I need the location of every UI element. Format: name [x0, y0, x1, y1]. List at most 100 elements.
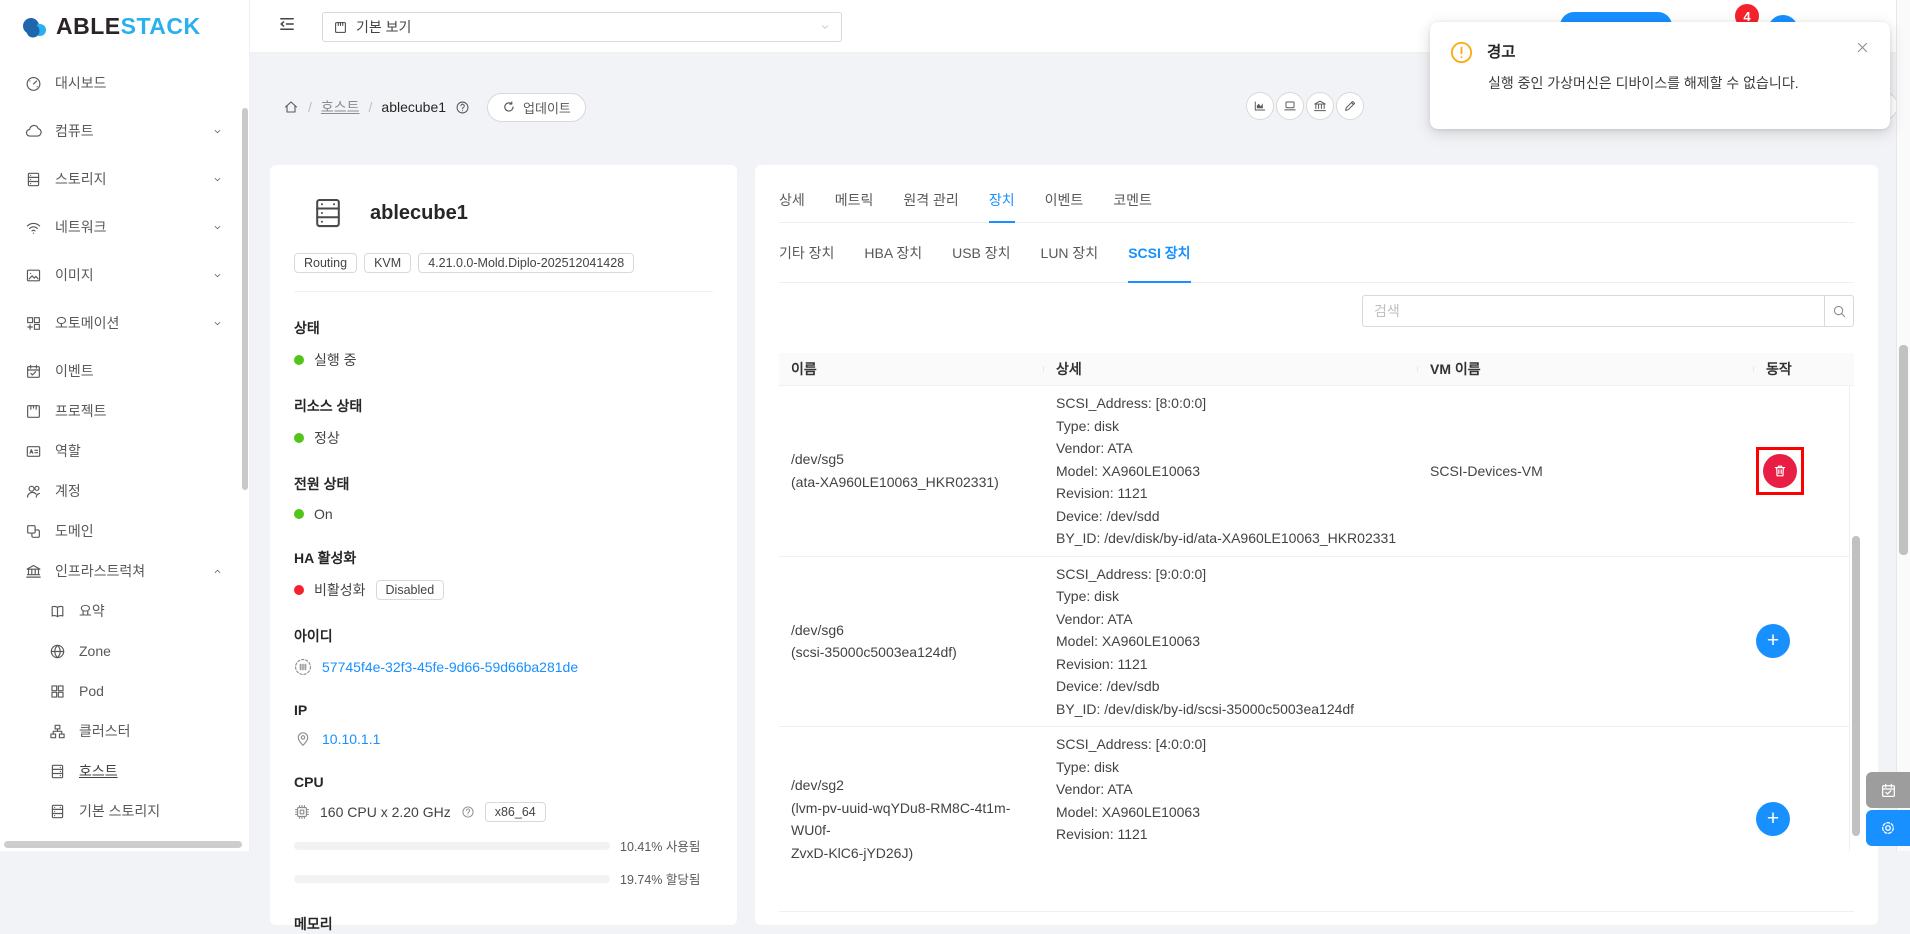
page-action-bank-button[interactable] [1306, 92, 1334, 120]
sidebar-item-label: 호스트 [79, 761, 118, 781]
device-detail-line: Revision: 1121 [1056, 482, 1418, 505]
page-action-area-chart-button[interactable] [1246, 92, 1274, 120]
sidebar-item-대시보드[interactable]: 대시보드 [0, 63, 249, 103]
search-input[interactable] [1362, 295, 1824, 327]
sidebar-horizontal-scrollbar[interactable] [4, 841, 242, 848]
section-value-text[interactable]: 10.10.1.1 [322, 731, 380, 747]
page-scrollbar[interactable] [1896, 0, 1910, 851]
host-summary-card: ablecube1 RoutingKVM4.21.0.0-Mold.Diplo-… [270, 165, 737, 925]
view-select[interactable]: 기본 보기 [322, 12, 842, 42]
sidebar-item-컴퓨트[interactable]: 컴퓨트 [0, 111, 249, 151]
sidebar-item-label: 프로젝트 [55, 401, 107, 421]
settings-float-button[interactable] [1866, 810, 1910, 846]
page-scrollbar-thumb[interactable] [1899, 345, 1908, 555]
section-label: HA 활성화 [294, 548, 713, 568]
table-scrollbar[interactable] [1849, 386, 1861, 851]
page-action-laptop-button[interactable] [1276, 92, 1304, 120]
device-detail-line: BY_ID: /dev/disk/by-id/scsi-35000c5003ea… [1056, 698, 1418, 721]
sidebar-item-이미지[interactable]: 이미지 [0, 255, 249, 295]
tab-장치[interactable]: 장치 [989, 177, 1015, 223]
update-button-label: 업데이트 [523, 98, 571, 117]
breadcrumb: / 호스트 / ablecube1 업데이트 [283, 92, 586, 122]
device-tab-LUN 장치[interactable]: LUN 장치 [1041, 223, 1099, 283]
column-header-VM 이름: VM 이름 [1418, 359, 1754, 379]
action-highlight-ring [1756, 447, 1804, 495]
cloud-icon [25, 123, 42, 140]
table-scrollbar-thumb[interactable] [1852, 536, 1860, 836]
section-value-text[interactable]: 57745f4e-32f3-45fe-9d66-59d66ba281de [322, 659, 578, 675]
attach-device-button[interactable]: + [1756, 802, 1790, 836]
sidebar-item-도메인[interactable]: 도메인 [0, 511, 249, 551]
device-details-cell: SCSI_Address: [9:0:0:0]Type: diskVendor:… [1044, 557, 1418, 727]
domain-icon [25, 523, 42, 540]
device-name-cell: /dev/sg5(ata-XA960LE10063_HKR02331) [779, 448, 1044, 493]
sidebar-item-역할[interactable]: 역할 [0, 431, 249, 471]
host-tag: Routing [294, 253, 357, 273]
sidebar-item-label: 요약 [79, 601, 105, 621]
attach-device-button[interactable]: + [1756, 624, 1790, 658]
section-value: 10.10.1.1 [294, 730, 713, 748]
breadcrumb-hosts-link[interactable]: 호스트 [321, 97, 360, 117]
device-name-line: (ata-XA960LE10063_HKR02331) [791, 471, 1044, 494]
sidebar-vertical-scrollbar[interactable] [242, 108, 248, 490]
update-button[interactable]: 업데이트 [487, 93, 586, 122]
tab-원격 관리[interactable]: 원격 관리 [903, 177, 958, 223]
bar-label: 10.41% 사용됨 [620, 836, 700, 855]
sidebar-item-인프라스트럭쳐[interactable]: 인프라스트럭쳐 [0, 551, 249, 591]
device-tab-USB 장치[interactable]: USB 장치 [952, 223, 1010, 283]
home-icon[interactable] [283, 99, 299, 115]
chevron-up-icon [212, 566, 223, 577]
sidebar-item-호스트[interactable]: 호스트 [0, 751, 249, 791]
account-icon [25, 483, 42, 500]
sidebar-item-Pod[interactable]: Pod [0, 671, 249, 711]
memory-label: 메모리 [294, 914, 713, 934]
search-button[interactable] [1824, 295, 1854, 327]
question-circle-icon[interactable] [455, 100, 470, 115]
sidebar-item-요약[interactable]: 요약 [0, 591, 249, 631]
tab-메트릭[interactable]: 메트릭 [835, 177, 874, 223]
section-value-text: 실행 중 [314, 350, 357, 370]
sidebar-item-프로젝트[interactable]: 프로젝트 [0, 391, 249, 431]
detach-device-button[interactable] [1763, 454, 1797, 488]
image-icon [25, 267, 42, 284]
event-float-button[interactable] [1866, 772, 1910, 808]
device-name-line: /dev/sg2 [791, 774, 1044, 797]
section-value: 57745f4e-32f3-45fe-9d66-59d66ba281de [294, 658, 713, 676]
sidebar: ABLESTACK 대시보드컴퓨트스토리지네트워크이미지오토메이션이벤트프로젝트… [0, 0, 250, 851]
sidebar-item-기본 스토리지[interactable]: 기본 스토리지 [0, 791, 249, 831]
close-icon[interactable] [1855, 40, 1870, 55]
ablestack-logo[interactable]: ABLESTACK [0, 0, 249, 53]
sidebar-item-클러스터[interactable]: 클러스터 [0, 711, 249, 751]
device-tab-SCSI 장치[interactable]: SCSI 장치 [1128, 223, 1190, 283]
page-action-edit-button[interactable] [1336, 92, 1364, 120]
tab-상세[interactable]: 상세 [779, 177, 805, 223]
notification-title: 경고 [1487, 40, 1516, 62]
sidebar-item-Zone[interactable]: Zone [0, 631, 249, 671]
summary-icon [49, 603, 66, 620]
sidebar-item-네트워크[interactable]: 네트워크 [0, 207, 249, 247]
device-detail-line: SCSI_Address: [9:0:0:0] [1056, 563, 1418, 586]
laptop-icon [1283, 99, 1297, 113]
chevron-down-icon [212, 270, 223, 281]
section-value: 실행 중 [294, 350, 713, 370]
sidebar-item-계정[interactable]: 계정 [0, 471, 249, 511]
page-actions [1246, 92, 1364, 120]
device-detail-line: Device: /dev/sdd [1056, 505, 1418, 528]
tab-코멘트[interactable]: 코멘트 [1113, 177, 1152, 223]
cpu-arch-tag: x86_64 [485, 802, 546, 822]
cpu-usage-bar: 19.74% 할당됨 [294, 869, 713, 888]
question-circle-icon[interactable] [461, 805, 475, 819]
device-name-line: /dev/sg5 [791, 448, 1044, 471]
tab-이벤트[interactable]: 이벤트 [1045, 177, 1084, 223]
device-detail-line: SCSI_Address: [4:0:0:0] [1056, 733, 1418, 756]
sidebar-item-이벤트[interactable]: 이벤트 [0, 351, 249, 391]
menu-fold-icon[interactable] [278, 15, 296, 33]
bar-track [294, 842, 610, 850]
breadcrumb-current: ablecube1 [381, 99, 446, 115]
device-tab-기타 장치[interactable]: 기타 장치 [779, 223, 834, 283]
sidebar-item-오토메이션[interactable]: 오토메이션 [0, 303, 249, 343]
device-tab-HBA 장치[interactable]: HBA 장치 [864, 223, 922, 283]
sidebar-item-스토리지[interactable]: 스토리지 [0, 159, 249, 199]
host-tag: KVM [364, 253, 411, 273]
project-icon [25, 403, 42, 420]
